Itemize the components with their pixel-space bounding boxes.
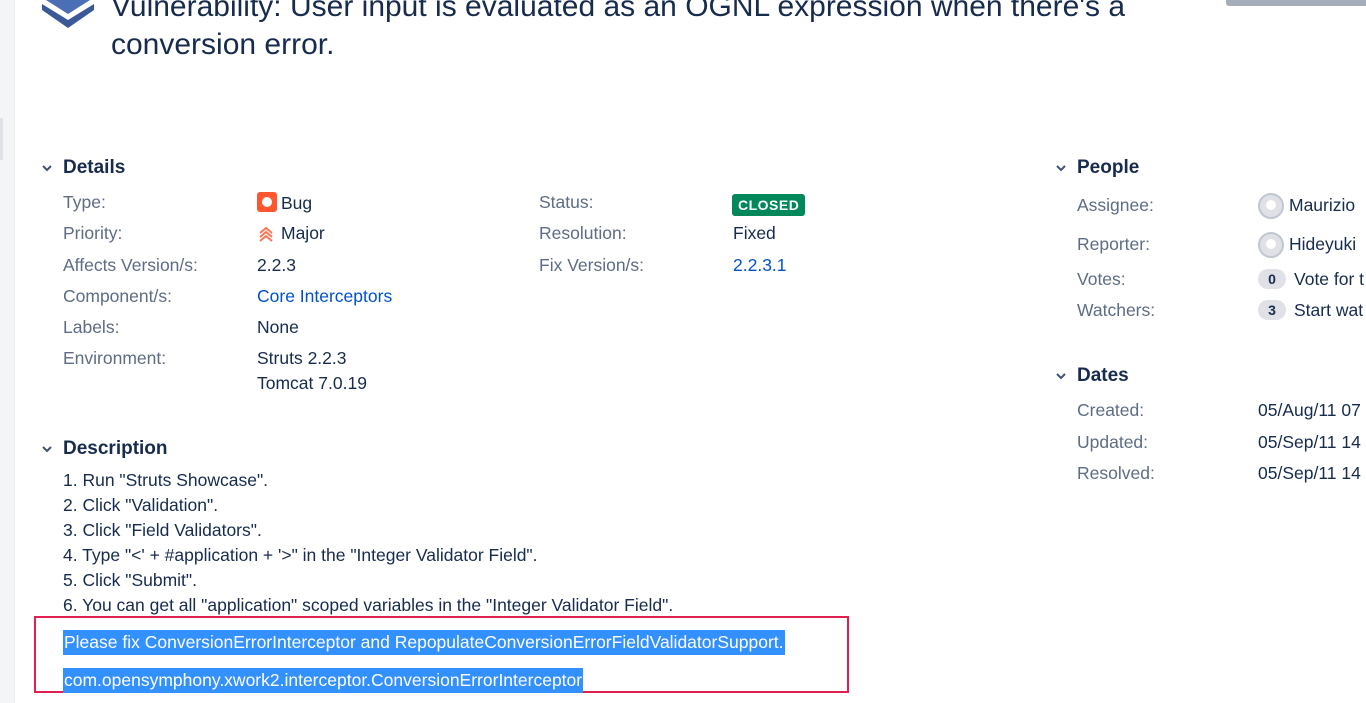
priority-value-text: Major (281, 223, 325, 243)
people-section-toggle[interactable]: People (1052, 157, 1139, 179)
labels-label: Labels: (63, 317, 120, 337)
updated-label: Updated: (1077, 432, 1149, 452)
priority-major-icon (259, 226, 273, 242)
status-badge: CLOSED (732, 194, 806, 216)
issue-summary-line-2: conversion error. (111, 28, 335, 61)
assignee-name: Maurizio (1289, 195, 1356, 215)
project-avatar-icon[interactable] (42, 0, 94, 30)
reporter-value[interactable]: Hideyuki (1258, 232, 1356, 258)
resolution-label: Resolution: (539, 223, 627, 243)
watchers-label: Watchers: (1077, 300, 1156, 320)
assignee-value[interactable]: Maurizio (1258, 193, 1355, 219)
priority-label: Priority: (63, 223, 123, 243)
reporter-label: Reporter: (1077, 234, 1150, 254)
chevron-down-icon (38, 159, 56, 177)
affects-version-value: 2.2.3 (257, 255, 296, 275)
description-section-toggle[interactable]: Description (38, 438, 168, 460)
watch-link[interactable]: Start wat (1294, 300, 1363, 320)
chevron-down-icon (1052, 159, 1070, 177)
status-label: Status: (539, 192, 594, 212)
votes-count-badge: 0 (1258, 269, 1286, 289)
chevron-down-icon (1052, 367, 1070, 385)
component-link[interactable]: Core Interceptors (257, 286, 392, 307)
affects-version-label: Affects Version/s: (63, 255, 198, 275)
type-label: Type: (63, 192, 106, 212)
description-line: 6. You can get all "application" scoped … (63, 595, 674, 615)
fix-version-link[interactable]: 2.2.3.1 (733, 255, 787, 276)
description-line: 2. Click "Validation". (63, 495, 219, 515)
scrollbar-thumb[interactable] (1226, 0, 1366, 6)
selected-text-line-1[interactable]: Please fix ConversionErrorInterceptor an… (63, 630, 785, 655)
resolved-value: 05/Sep/11 14 (1258, 463, 1361, 483)
issue-summary-line-1: Vulnerability: User input is evaluated a… (111, 0, 1126, 23)
details-section-toggle[interactable]: Details (38, 157, 125, 179)
watchers-count-badge: 3 (1258, 300, 1286, 320)
description-line: 4. Type "<' + #application + '>" in the … (63, 545, 538, 565)
priority-value: Major (257, 223, 325, 244)
assignee-label: Assignee: (1077, 195, 1154, 215)
component-label: Component/s: (63, 286, 172, 306)
bug-icon (257, 192, 277, 212)
watchers-value[interactable]: 3 Start wat (1258, 300, 1363, 321)
left-sidebar-rail (0, 0, 15, 703)
selected-text-line-2[interactable]: com.opensymphony.xwork2.interceptor.Conv… (63, 668, 584, 693)
people-heading: People (1077, 157, 1140, 178)
created-label: Created: (1077, 400, 1145, 420)
description-body[interactable]: 1. Run "Struts Showcase". 2. Click "Vali… (63, 468, 673, 618)
votes-label: Votes: (1077, 269, 1126, 289)
description-line: 5. Click "Submit". (63, 570, 197, 590)
chevron-down-icon (38, 440, 56, 458)
issue-summary[interactable]: Vulnerability: User input is evaluated a… (111, 0, 1191, 64)
reporter-name: Hideyuki (1289, 234, 1357, 254)
fix-version-label: Fix Version/s: (539, 255, 645, 275)
details-heading: Details (63, 157, 126, 178)
dates-heading: Dates (1077, 365, 1129, 386)
created-value: 05/Aug/11 07 (1258, 400, 1361, 420)
type-value: Bug (257, 192, 312, 214)
votes-value[interactable]: 0 Vote for t (1258, 269, 1364, 290)
updated-value: 05/Sep/11 14 (1258, 432, 1361, 452)
user-avatar-icon (1258, 232, 1284, 258)
vote-link[interactable]: Vote for t (1294, 269, 1364, 289)
description-line: 3. Click "Field Validators". (63, 520, 262, 540)
user-avatar-icon (1258, 193, 1284, 219)
sidebar-indicator (0, 118, 3, 160)
type-value-text: Bug (281, 193, 313, 213)
environment-label: Environment: (63, 348, 167, 368)
environment-value-1: Struts 2.2.3 (257, 348, 347, 368)
dates-section-toggle[interactable]: Dates (1052, 365, 1129, 387)
labels-value[interactable]: None (257, 317, 299, 338)
description-heading: Description (63, 438, 168, 459)
resolved-label: Resolved: (1077, 463, 1155, 483)
resolution-value: Fixed (733, 223, 776, 243)
description-line: 1. Run "Struts Showcase". (63, 470, 269, 490)
environment-value-2: Tomcat 7.0.19 (257, 373, 367, 393)
